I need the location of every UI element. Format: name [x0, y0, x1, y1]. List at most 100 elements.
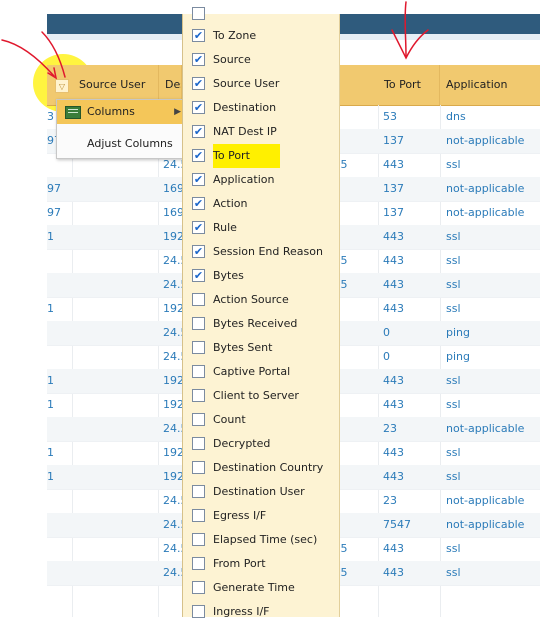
- cell-to-port: 137: [383, 182, 404, 195]
- cell-nat-dest: [337, 513, 367, 537]
- cell-nat-dest: .5: [337, 254, 348, 267]
- checkbox-unchecked[interactable]: [192, 485, 205, 498]
- menu-item-adjust-columns[interactable]: Adjust Columns: [57, 132, 185, 156]
- column-option[interactable]: ✔ Session End Reason: [183, 240, 339, 264]
- cell-to-port: 0: [383, 350, 390, 363]
- cell-destination: 192: [163, 302, 183, 315]
- column-option[interactable]: ✔ Application: [183, 168, 339, 192]
- checkbox-checked[interactable]: ✔: [192, 53, 205, 66]
- column-option[interactable]: ✔ Source: [183, 48, 339, 72]
- column-option[interactable]: Bytes Received: [183, 312, 339, 336]
- checkbox-unchecked[interactable]: [192, 557, 205, 570]
- checkbox-checked[interactable]: ✔: [192, 101, 205, 114]
- cell-destination: 24.5: [163, 494, 183, 507]
- checkbox-checked[interactable]: ✔: [192, 149, 205, 162]
- cell-nat-dest: .5: [337, 158, 348, 171]
- menu-item-columns[interactable]: Columns ▶: [57, 100, 185, 124]
- cell-source: 1: [47, 302, 54, 315]
- checkbox-checked[interactable]: ✔: [192, 29, 205, 42]
- checkbox-checked[interactable]: ✔: [192, 125, 205, 138]
- cell-application: ssl: [446, 254, 461, 267]
- column-option[interactable]: ✔ To Port: [183, 144, 339, 168]
- checkbox-checked[interactable]: ✔: [192, 245, 205, 258]
- column-option[interactable]: ✔ Bytes: [183, 264, 339, 288]
- column-option-label: Source: [213, 53, 251, 66]
- column-header-to-port[interactable]: To Port: [378, 65, 440, 105]
- checkbox-unchecked[interactable]: [192, 389, 205, 402]
- cell-nat-dest: .5: [337, 566, 348, 579]
- column-option-label: Decrypted: [213, 437, 271, 450]
- cell-source: 1: [47, 230, 54, 243]
- column-option-label: Action Source: [213, 293, 289, 306]
- checkbox-checked[interactable]: ✔: [192, 221, 205, 234]
- cell-source: [47, 273, 71, 297]
- cell-to-port: 443: [383, 230, 404, 243]
- column-option[interactable]: Action Source: [183, 288, 339, 312]
- cell-application: ssl: [446, 158, 461, 171]
- checkbox-unchecked[interactable]: [192, 413, 205, 426]
- checkbox-checked[interactable]: ✔: [192, 173, 205, 186]
- cell-destination: 169: [163, 206, 183, 219]
- checkbox-checked[interactable]: ✔: [192, 77, 205, 90]
- column-option-hidden-above[interactable]: [183, 2, 339, 26]
- checkbox-unchecked[interactable]: [192, 533, 205, 546]
- cell-destination: 192: [163, 398, 183, 411]
- column-option[interactable]: Destination User: [183, 480, 339, 504]
- column-option[interactable]: Generate Time: [183, 576, 339, 600]
- checkbox-unchecked[interactable]: [192, 341, 205, 354]
- column-option[interactable]: Ingress I/F: [183, 600, 339, 624]
- column-option-label: Session End Reason: [213, 245, 323, 258]
- column-option[interactable]: ✔ Source User: [183, 72, 339, 96]
- cell-source: 1: [47, 446, 54, 459]
- column-option[interactable]: ✔ To Zone: [183, 24, 339, 48]
- cell-application: ssl: [446, 278, 461, 291]
- chevron-down-icon[interactable]: ▽: [55, 79, 69, 93]
- column-option[interactable]: Egress I/F: [183, 504, 339, 528]
- column-option[interactable]: Decrypted: [183, 432, 339, 456]
- cell-application: ssl: [446, 398, 461, 411]
- column-header-application[interactable]: Application: [440, 65, 540, 105]
- column-option[interactable]: ✔ Rule: [183, 216, 339, 240]
- checkbox-unchecked[interactable]: [192, 365, 205, 378]
- cell-destination: 24.5: [163, 518, 183, 531]
- cell-to-port: 443: [383, 374, 404, 387]
- cell-application: ping: [446, 326, 470, 339]
- column-option[interactable]: Destination Country: [183, 456, 339, 480]
- checkbox-checked[interactable]: ✔: [192, 269, 205, 282]
- cell-source: 1: [47, 398, 54, 411]
- cell-application: not-applicable: [446, 206, 525, 219]
- column-option[interactable]: ✔ Action: [183, 192, 339, 216]
- cell-application: ssl: [446, 302, 461, 315]
- column-option[interactable]: From Port: [183, 552, 339, 576]
- column-option[interactable]: ✔ Destination: [183, 96, 339, 120]
- cell-to-port: 23: [383, 422, 397, 435]
- cell-nat-dest: .5: [337, 542, 348, 555]
- column-option[interactable]: Bytes Sent: [183, 336, 339, 360]
- cell-application: dns: [446, 110, 466, 123]
- cell-nat-dest: [337, 393, 367, 417]
- cell-nat-dest: [337, 345, 367, 369]
- checkbox-unchecked[interactable]: [192, 437, 205, 450]
- column-context-menu: Columns ▶ Adjust Columns: [56, 99, 186, 159]
- checkbox-unchecked[interactable]: [192, 605, 205, 618]
- checkbox-unchecked[interactable]: [192, 293, 205, 306]
- checkbox[interactable]: [192, 7, 205, 20]
- cell-application: ssl: [446, 230, 461, 243]
- column-option-label: NAT Dest IP: [213, 125, 277, 138]
- column-option[interactable]: ✔ NAT Dest IP: [183, 120, 339, 144]
- column-option[interactable]: Elapsed Time (sec): [183, 528, 339, 552]
- checkbox-unchecked[interactable]: [192, 461, 205, 474]
- checkbox-unchecked[interactable]: [192, 317, 205, 330]
- column-option-label: Destination: [213, 101, 277, 114]
- column-option-label: Destination Country: [213, 461, 324, 474]
- column-option-label: Bytes: [213, 269, 244, 282]
- column-option[interactable]: Client to Server: [183, 384, 339, 408]
- column-option[interactable]: Captive Portal: [183, 360, 339, 384]
- column-option[interactable]: Count: [183, 408, 339, 432]
- checkbox-unchecked[interactable]: [192, 581, 205, 594]
- checkbox-unchecked[interactable]: [192, 509, 205, 522]
- checkbox-checked[interactable]: ✔: [192, 197, 205, 210]
- column-option-label: From Port: [213, 557, 266, 570]
- cell-destination: 192: [163, 374, 183, 387]
- cell-destination: 192: [163, 470, 183, 483]
